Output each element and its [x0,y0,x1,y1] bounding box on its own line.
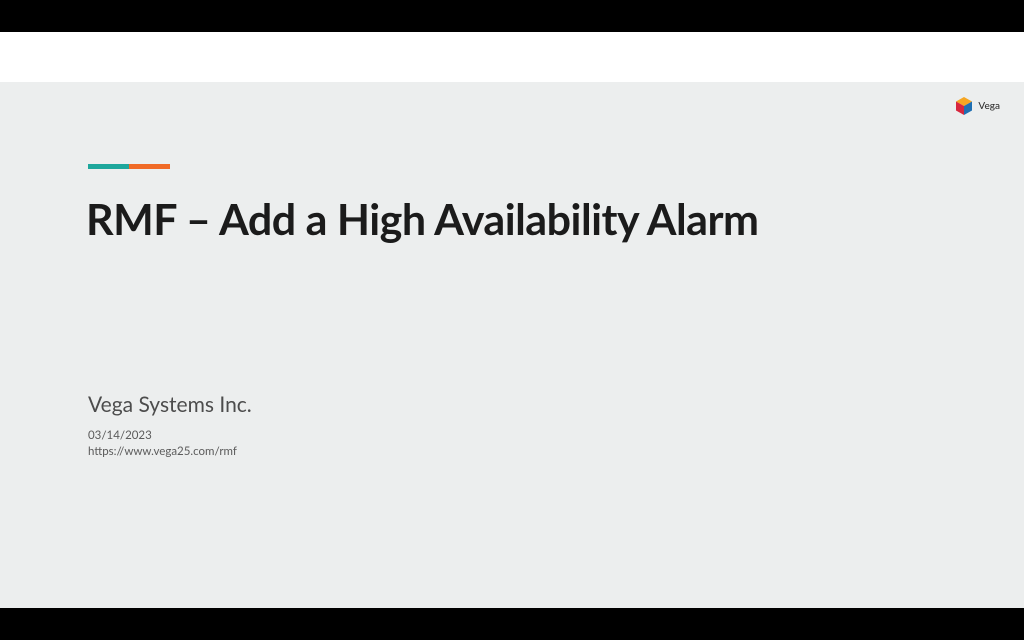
cube-icon [954,96,974,116]
top-white-strip [0,32,1024,82]
slide-url: https://www.vega25.com/rmf [88,444,237,460]
brand-name: Vega [978,100,1000,112]
accent-orange [129,164,170,169]
slide-date: 03/14/2023 [88,428,237,444]
brand-logo: Vega [954,96,1000,116]
accent-teal [88,164,129,169]
company-name: Vega Systems Inc. [88,392,252,417]
slide-page: Vega RMF – Add a High Availability Alarm… [0,32,1024,608]
slide-body: Vega RMF – Add a High Availability Alarm… [0,82,1024,608]
accent-bar [88,164,170,169]
slide-meta: 03/14/2023 https://www.vega25.com/rmf [88,428,237,459]
letterbox-bottom [0,608,1024,640]
letterbox-top [0,0,1024,32]
slide-title: RMF – Add a High Availability Alarm [86,194,759,245]
